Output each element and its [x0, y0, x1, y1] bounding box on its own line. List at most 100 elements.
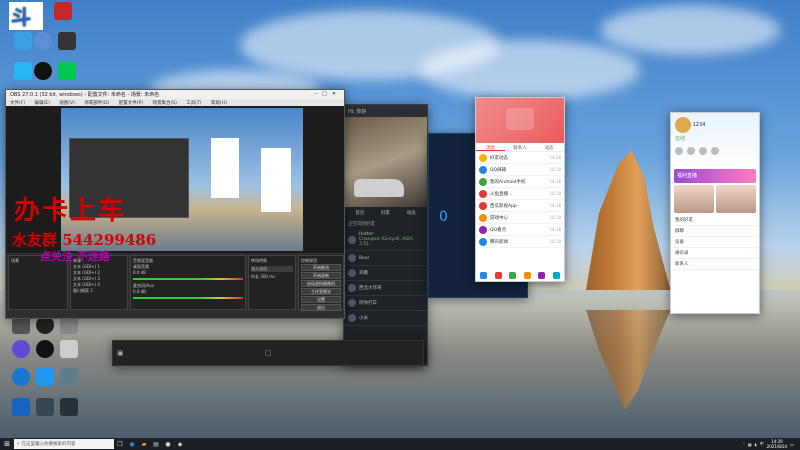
store-icon[interactable]: ▤ — [150, 438, 162, 450]
qq-list-item[interactable]: 设备 — [671, 237, 759, 248]
avatar[interactable] — [506, 108, 534, 130]
desktop-icon-brand[interactable]: 斗 — [8, 2, 44, 32]
taskbar: ⊞ ⌕ 在这里输入你要搜索的内容 ❐ ◉ ▰ ▤ ● ◆ ˄ ▦ ◖ 中 14:… — [0, 438, 800, 450]
app-icon[interactable] — [552, 272, 560, 279]
tab-messages[interactable]: 消息 — [476, 143, 506, 151]
qq-list-item[interactable]: 联系人 — [671, 259, 759, 270]
input-language[interactable]: 中 — [760, 441, 764, 447]
game-tab-2[interactable]: 好友 — [381, 210, 390, 216]
network-icon[interactable]: ▦ — [748, 442, 752, 447]
taskbar-search[interactable]: ⌕ 在这里输入你要搜索的内容 — [14, 439, 114, 449]
obs-titlebar[interactable]: OBS 27.0.1 (32 bit, windows) - 配置文件: 未命名… — [6, 90, 344, 99]
desktop-icon-lower-6[interactable] — [50, 340, 88, 360]
game-cover-image[interactable] — [344, 117, 427, 207]
minimize-icon[interactable]: – — [315, 91, 323, 97]
studio-mode-button[interactable]: 工作室模式 — [301, 288, 341, 295]
task-view-icon[interactable]: ❐ — [114, 438, 126, 450]
game-taskbar-icon[interactable]: ◆ — [174, 438, 186, 450]
app-icon[interactable] — [494, 272, 502, 279]
friend-row[interactable]: 西北大作哥 — [344, 281, 427, 296]
game-tab-3[interactable]: 动态 — [407, 210, 416, 216]
settings-icon[interactable]: ▣ — [117, 349, 124, 357]
start-streaming-button[interactable]: 开始推流 — [301, 264, 341, 271]
game-section-title: 正在玩的好友 — [348, 222, 375, 227]
virtual-camera-button[interactable]: 启动虚拟摄像机 — [301, 280, 341, 287]
avatar — [479, 189, 487, 198]
game-launcher-window[interactable]: Hi, 你好 首页 好友 动态 正在玩的好友 Hutter Changed: Ki… — [343, 104, 428, 366]
desktop-icon-4[interactable] — [48, 32, 86, 52]
game-tab-1[interactable]: 首页 — [355, 210, 364, 216]
chevron-up-icon[interactable]: ˄ — [743, 442, 745, 447]
duration-input[interactable]: 300 ms — [260, 274, 275, 279]
avatar — [348, 284, 356, 292]
volume-meter[interactable] — [133, 278, 243, 280]
desktop-icon-lower-3[interactable] — [50, 316, 88, 336]
maximize-icon[interactable]: □ — [322, 91, 332, 97]
desktop-icon-iqiyi[interactable] — [48, 62, 86, 82]
exit-button[interactable]: 退出 — [301, 304, 341, 311]
tab-feed[interactable]: 动态 — [535, 143, 564, 151]
settings-button[interactable]: 设置 — [301, 296, 341, 303]
qq-status[interactable]: 在线 — [675, 135, 755, 142]
qq-main-panel[interactable]: 1234 在线 福利直播 我的好友 群聊 设备 通讯录 联系人 — [670, 112, 760, 314]
mixer-level: 0.0 dB — [133, 270, 146, 275]
chat-header — [476, 98, 564, 143]
desktop-icon-lower-12[interactable] — [50, 398, 88, 418]
tab-contacts[interactable]: 联系人 — [505, 143, 534, 151]
source-item[interactable]: 窗口捕获 2 — [73, 288, 125, 294]
qq-banner[interactable]: 福利直播 — [674, 169, 756, 183]
toolbar-icon[interactable] — [675, 147, 683, 155]
message-item[interactable]: 我的Android手机 14:18 — [476, 176, 564, 188]
avatar[interactable] — [675, 117, 691, 133]
message-time: 14:18 — [549, 239, 561, 244]
qq-message-window[interactable]: 消息 联系人 动态 好友动态 14:28 QQ邮箱 14:18 我的Android手机 1… — [475, 97, 565, 282]
transition-select[interactable]: 淡入淡出 — [251, 266, 293, 272]
app-icon[interactable] — [523, 272, 531, 279]
message-item[interactable]: 腾讯新闻 14:18 — [476, 236, 564, 248]
message-item[interactable]: QQ邮箱 14:18 — [476, 164, 564, 176]
app-icon — [60, 340, 78, 358]
controls-dock[interactable]: 控制按钮 开始推流 开始录制 启动虚拟摄像机 工作室模式 设置 退出 — [298, 255, 344, 311]
volume-icon[interactable]: ◖ — [755, 442, 757, 447]
desktop-icon-1[interactable] — [44, 2, 82, 22]
edge-icon[interactable]: ◉ — [126, 438, 138, 450]
toolbar-icon[interactable] — [687, 147, 695, 155]
app-icon[interactable] — [538, 272, 546, 279]
qq-list-item[interactable]: 通讯录 — [671, 248, 759, 259]
window-controls: –□✕ — [315, 91, 341, 97]
obs-taskbar-icon[interactable]: ● — [162, 438, 174, 450]
qq-list-item[interactable]: 群聊 — [671, 226, 759, 237]
mixer-dock[interactable]: 音频混音器 桌面音频 0.0 dB 麦克风/Aux 0.0 dB — [130, 255, 246, 310]
app-icon[interactable] — [509, 272, 517, 279]
desktop-icon-lower-9[interactable] — [50, 368, 88, 388]
friend-row[interactable]: 小米 — [344, 311, 427, 326]
avatar — [479, 225, 487, 234]
close-icon[interactable]: ✕ — [332, 91, 341, 97]
message-item[interactable]: QQ看点 14:18 — [476, 224, 564, 236]
message-item[interactable]: 斗鱼直播... 14:18 — [476, 188, 564, 200]
transitions-dock[interactable]: 转场特效 淡入淡出 时长 300 ms — [248, 255, 296, 310]
toolbar-icon[interactable] — [711, 147, 719, 155]
message-item[interactable]: 西瓜影视App 14:18 — [476, 200, 564, 212]
friend-row[interactable]: Hutter Changed: Kinsyall, ASIA, 2:51 — [344, 229, 427, 251]
chat-bottom-icons — [480, 272, 560, 279]
folder-icon[interactable]: ▰ — [138, 438, 150, 450]
start-button[interactable]: ⊞ — [0, 438, 14, 450]
message-item[interactable]: 游戏中心 14:18 — [476, 212, 564, 224]
qq-list-item[interactable]: 我的好友 — [671, 215, 759, 226]
clock[interactable]: 14:29 2021/8/24 — [767, 439, 788, 449]
dark-toolbar-window[interactable]: ▣ ▢ — [112, 340, 424, 366]
window-icon[interactable]: ▢ — [265, 349, 272, 357]
thumbnail[interactable] — [716, 185, 756, 213]
friend-row[interactable]: 阿你打车 — [344, 296, 427, 311]
message-item[interactable]: 好友动态 14:28 — [476, 152, 564, 164]
qq-toolbar-icons — [675, 147, 755, 155]
friend-row[interactable]: Bear — [344, 251, 427, 266]
volume-meter[interactable] — [133, 297, 243, 299]
thumbnail[interactable] — [674, 185, 714, 213]
toolbar-icon[interactable] — [699, 147, 707, 155]
start-recording-button[interactable]: 开始录制 — [301, 272, 341, 279]
app-icon[interactable] — [480, 272, 487, 279]
notification-icon[interactable]: ▭ — [790, 442, 794, 447]
friend-row[interactable]: 邓鹏 — [344, 266, 427, 281]
